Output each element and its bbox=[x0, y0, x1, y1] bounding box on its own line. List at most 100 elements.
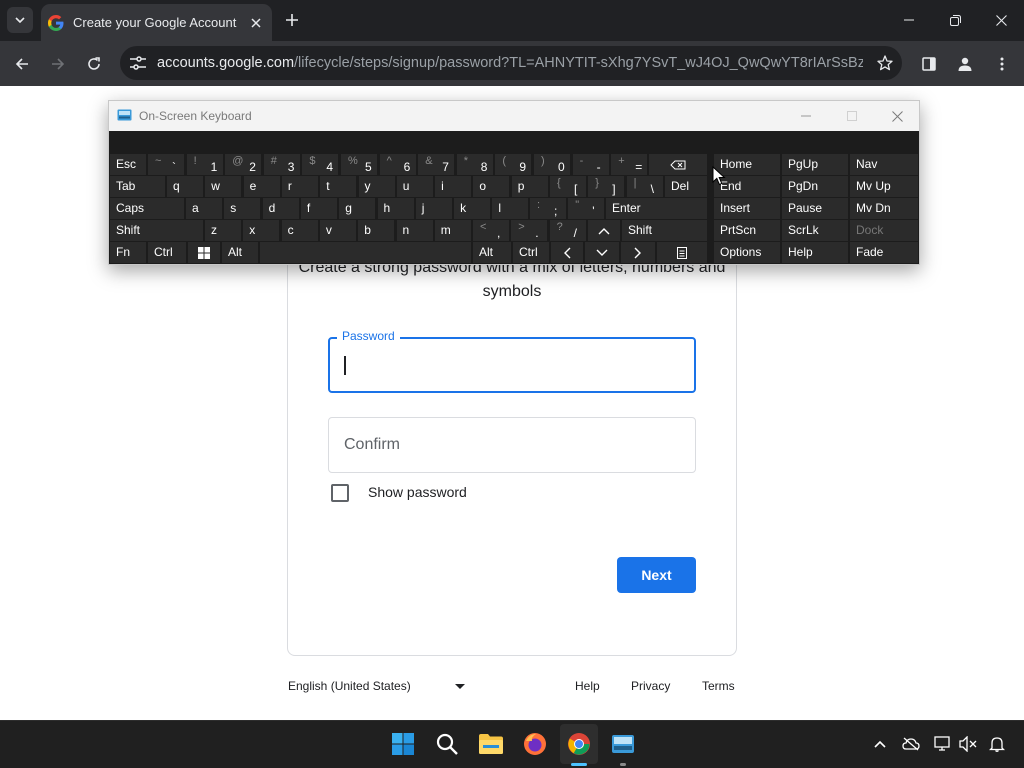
key-tab[interactable]: Tab bbox=[110, 176, 165, 197]
key-space[interactable] bbox=[260, 242, 471, 263]
key-windows[interactable] bbox=[188, 242, 220, 263]
profile-button[interactable] bbox=[951, 50, 979, 78]
back-button[interactable] bbox=[8, 50, 36, 78]
key-letter[interactable]: i bbox=[435, 176, 472, 197]
terms-link[interactable]: Terms bbox=[702, 679, 735, 693]
key-letter[interactable]: q bbox=[167, 176, 203, 197]
key-letter[interactable]: p bbox=[511, 176, 548, 197]
key-alt-right[interactable]: Alt bbox=[473, 242, 511, 263]
key-letter[interactable]: d bbox=[262, 198, 299, 219]
help-link[interactable]: Help bbox=[575, 679, 600, 693]
bookmark-button[interactable] bbox=[875, 53, 895, 73]
key-letter[interactable]: h bbox=[377, 198, 414, 219]
key-punct[interactable]: " ' bbox=[568, 198, 605, 219]
chrome-menu-button[interactable] bbox=[988, 50, 1016, 78]
minimize-button[interactable] bbox=[895, 6, 923, 34]
key-letter[interactable]: y bbox=[358, 176, 395, 197]
key-letter[interactable]: f bbox=[300, 198, 337, 219]
start-button[interactable] bbox=[388, 729, 418, 759]
new-tab-button[interactable] bbox=[282, 10, 302, 30]
key-menu[interactable] bbox=[657, 242, 707, 263]
key-number[interactable]: (9 bbox=[495, 154, 532, 175]
key-letter[interactable]: v bbox=[319, 220, 356, 241]
key-help[interactable]: Help bbox=[782, 242, 848, 263]
key-prtscn[interactable]: PrtScn bbox=[714, 220, 780, 241]
key-letter[interactable]: l bbox=[492, 198, 529, 219]
key-letter[interactable]: z bbox=[205, 220, 241, 241]
notifications-tray-button[interactable] bbox=[987, 734, 1007, 754]
onedrive-tray-button[interactable] bbox=[901, 734, 921, 754]
key-punct[interactable]: <, bbox=[473, 220, 509, 241]
key-mvdn[interactable]: Mv Dn bbox=[850, 198, 918, 219]
key-caps-lock[interactable]: Caps bbox=[110, 198, 184, 219]
key-punct[interactable]: {[ bbox=[550, 176, 586, 197]
key-shift-left[interactable]: Shift bbox=[110, 220, 203, 241]
key-fade[interactable]: Fade bbox=[850, 242, 918, 263]
key-letter[interactable]: c bbox=[281, 220, 318, 241]
key-scrlk[interactable]: ScrLk bbox=[782, 220, 848, 241]
show-password-label[interactable]: Show password bbox=[368, 484, 467, 501]
key-letter[interactable]: m bbox=[434, 220, 471, 241]
key-ctrl-right[interactable]: Ctrl bbox=[513, 242, 549, 263]
key-arrow-right[interactable] bbox=[621, 242, 655, 263]
key-number[interactable]: * 8 bbox=[456, 154, 493, 175]
key-letter[interactable]: u bbox=[396, 176, 433, 197]
key-alt-left[interactable]: Alt bbox=[222, 242, 258, 263]
key-options[interactable]: Options bbox=[714, 242, 780, 263]
close-window-button[interactable] bbox=[987, 6, 1015, 34]
address-bar[interactable]: accounts.google.com/lifecycle/steps/sign… bbox=[120, 46, 902, 80]
network-tray-button[interactable] bbox=[933, 734, 953, 754]
key-pause[interactable]: Pause bbox=[782, 198, 848, 219]
key-punct[interactable]: }] bbox=[588, 176, 625, 197]
key-esc[interactable]: Esc bbox=[110, 154, 146, 175]
key-nav[interactable]: Nav bbox=[850, 154, 918, 175]
key-fn[interactable]: Fn bbox=[110, 242, 146, 263]
key-number[interactable]: & 7 bbox=[418, 154, 455, 175]
osk-minimize-button[interactable] bbox=[796, 106, 816, 126]
key-letter[interactable]: w bbox=[205, 176, 242, 197]
key-number[interactable]: -- bbox=[572, 154, 609, 175]
key-insert[interactable]: Insert bbox=[714, 198, 780, 219]
key-pgup[interactable]: PgUp bbox=[782, 154, 848, 175]
key-number[interactable]: ^ 6 bbox=[379, 154, 416, 175]
key-letter[interactable]: k bbox=[454, 198, 491, 219]
key-number[interactable]: @2 bbox=[225, 154, 262, 175]
volume-tray-button[interactable] bbox=[958, 734, 978, 754]
forward-button[interactable] bbox=[44, 50, 72, 78]
next-button[interactable]: Next bbox=[617, 557, 696, 593]
key-backspace[interactable] bbox=[649, 154, 707, 175]
tab-close-button[interactable] bbox=[246, 13, 266, 33]
side-panel-button[interactable] bbox=[915, 50, 943, 78]
key-letter[interactable]: n bbox=[396, 220, 433, 241]
tray-overflow-button[interactable] bbox=[870, 734, 890, 754]
key-number[interactable]: % 5 bbox=[341, 154, 377, 175]
key-punct[interactable]: >. bbox=[511, 220, 548, 241]
password-field[interactable] bbox=[328, 337, 696, 393]
key-letter[interactable]: e bbox=[243, 176, 280, 197]
key-dock[interactable]: Dock bbox=[850, 220, 918, 241]
osk-titlebar[interactable]: On-Screen Keyboard bbox=[109, 101, 919, 131]
key-shift-right[interactable]: Shift bbox=[622, 220, 707, 241]
key-number[interactable]: $4 bbox=[302, 154, 339, 175]
show-password-checkbox[interactable] bbox=[331, 484, 349, 502]
privacy-link[interactable]: Privacy bbox=[631, 679, 670, 693]
osk-close-button[interactable] bbox=[887, 106, 907, 126]
reload-button[interactable] bbox=[80, 50, 108, 78]
osk-maximize-button[interactable] bbox=[842, 106, 862, 126]
language-selector[interactable]: English (United States) bbox=[288, 679, 468, 695]
key-arrow-down[interactable] bbox=[585, 242, 619, 263]
key-letter[interactable]: s bbox=[224, 198, 261, 219]
key-letter[interactable]: b bbox=[358, 220, 395, 241]
key-number[interactable]: ) 0 bbox=[534, 154, 570, 175]
key-arrow-up[interactable] bbox=[588, 220, 620, 241]
key-number[interactable]: #3 bbox=[263, 154, 300, 175]
key-arrow-left[interactable] bbox=[551, 242, 583, 263]
key-punct[interactable]: :; bbox=[530, 198, 566, 219]
key-letter[interactable]: a bbox=[186, 198, 222, 219]
key-pgdn[interactable]: PgDn bbox=[782, 176, 848, 197]
key-number[interactable]: ! 1 bbox=[186, 154, 223, 175]
key-letter[interactable]: t bbox=[320, 176, 357, 197]
confirm-password-field[interactable]: Confirm bbox=[328, 417, 696, 473]
key-number[interactable]: + = bbox=[611, 154, 648, 175]
browser-tab-active[interactable]: Create your Google Account bbox=[41, 4, 272, 41]
